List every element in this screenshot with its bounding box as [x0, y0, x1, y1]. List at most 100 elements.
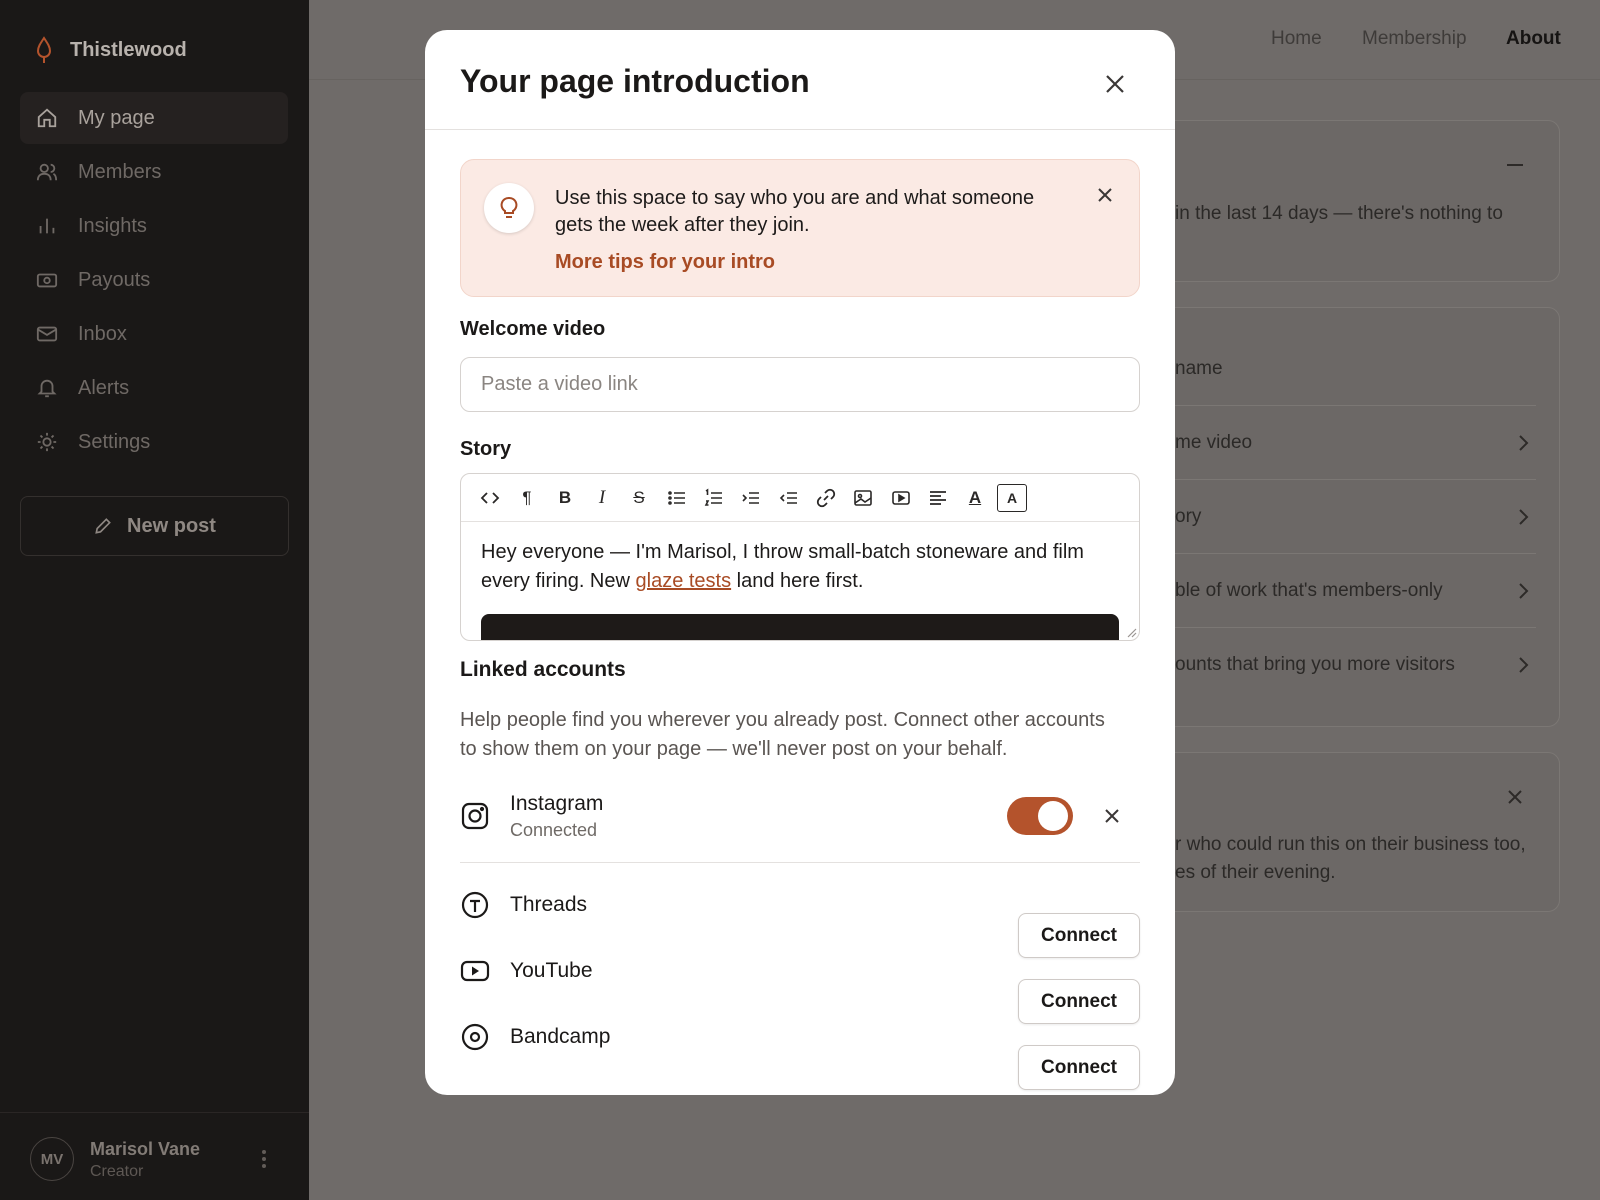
collapse-icon[interactable]: [1506, 156, 1524, 174]
nav-about[interactable]: About: [1506, 28, 1561, 50]
sidebar-item-label: Payouts: [78, 268, 151, 291]
sidebar-item-insights[interactable]: Insights: [20, 200, 288, 252]
account-row-threads: Threads Connect: [460, 875, 1140, 958]
sidebar-item-label: Alerts: [78, 376, 130, 399]
intro-modal: Your page introduction Use this space to…: [425, 30, 1175, 1095]
linked-accounts-title: Linked accounts: [460, 658, 626, 681]
threads-icon: [461, 891, 489, 919]
bell-icon: [37, 379, 57, 398]
account-name: YouTube: [510, 959, 593, 982]
promo-text: r who could run this on their business t…: [1175, 834, 1526, 855]
bandcamp-icon: [461, 1023, 489, 1051]
link-icon[interactable]: [814, 486, 838, 510]
account-row-bandcamp: Bandcamp Connect: [460, 1007, 1140, 1090]
embedded-media-block[interactable]: [481, 614, 1119, 640]
account-name: Threads: [510, 893, 588, 916]
new-post-label: New post: [127, 514, 216, 537]
divider: [460, 862, 1140, 863]
pencil-icon: [95, 518, 111, 534]
gear-icon: [37, 432, 57, 452]
outdent-icon[interactable]: [777, 486, 801, 510]
nav-home[interactable]: Home: [1271, 28, 1322, 50]
chevron-right-icon: [1519, 583, 1529, 599]
close-icon[interactable]: [1105, 74, 1125, 94]
nav-membership[interactable]: Membership: [1362, 28, 1467, 50]
instagram-toggle[interactable]: [1007, 797, 1073, 835]
checklist-row[interactable]: ounts that bring you more visitors: [1175, 654, 1455, 676]
text-color-icon[interactable]: A: [963, 486, 987, 510]
mail-icon: [36, 326, 58, 342]
chevron-right-icon: [1519, 509, 1529, 525]
checklist-row[interactable]: me video: [1175, 432, 1252, 454]
sidebar-item-label: Settings: [78, 430, 151, 453]
sidebar-item-my-page[interactable]: My page: [20, 92, 288, 144]
promo-text: es of their evening.: [1175, 862, 1336, 883]
resize-handle-icon[interactable]: [1125, 626, 1137, 638]
dismiss-tip-icon[interactable]: [1097, 187, 1113, 203]
toggle-knob: [1038, 801, 1068, 831]
highlight-color-icon[interactable]: A: [997, 484, 1027, 512]
account-name: Instagram: [510, 792, 604, 815]
divider: [1150, 553, 1536, 554]
story-text-after: land here first.: [731, 570, 864, 592]
bold-icon[interactable]: B: [553, 486, 577, 510]
bar-chart-icon: [39, 218, 55, 234]
indent-icon[interactable]: [739, 486, 763, 510]
sidebar-item-settings[interactable]: Settings: [20, 416, 288, 468]
tip-text: Use this space to say who you are and wh…: [555, 187, 1035, 236]
more-vertical-icon[interactable]: [256, 1147, 272, 1171]
sidebar-item-members[interactable]: Members: [20, 146, 288, 198]
avatar: MV: [30, 1137, 74, 1181]
users-icon: [36, 163, 58, 181]
more-tips-link[interactable]: More tips for your intro: [555, 251, 775, 274]
background-card-text: in the last 14 days — there's nothing to: [1175, 203, 1503, 224]
account-name: Bandcamp: [510, 1025, 611, 1048]
modal-title: Your page introduction: [460, 63, 810, 99]
sidebar-item-label: My page: [78, 106, 155, 129]
welcome-video-label: Welcome video: [460, 318, 606, 340]
linked-accounts-description: Help people find you wherever you alread…: [460, 709, 1105, 760]
italic-icon[interactable]: I: [590, 486, 614, 510]
numbered-list-icon[interactable]: [702, 486, 726, 510]
sidebar-item-inbox[interactable]: Inbox: [20, 308, 288, 360]
sidebar-item-alerts[interactable]: Alerts: [20, 362, 288, 414]
welcome-video-input[interactable]: [460, 357, 1140, 412]
profile-menu[interactable]: MV Marisol Vane Creator: [0, 1112, 309, 1200]
tip-banner: Use this space to say who you are and wh…: [460, 159, 1140, 297]
profile-role: Creator: [90, 1163, 144, 1180]
chevron-right-icon: [1519, 657, 1529, 673]
story-content[interactable]: Hey everyone — I'm Marisol, I throw smal…: [481, 538, 1121, 596]
new-post-button[interactable]: New post: [20, 496, 289, 556]
glaze-tests-link[interactable]: glaze tests: [636, 570, 732, 592]
modal-header: Your page introduction: [425, 30, 1175, 130]
flame-logo-icon: [36, 36, 52, 63]
sidebar-item-payouts[interactable]: Payouts: [20, 254, 288, 306]
home-icon: [37, 108, 57, 128]
divider: [1150, 479, 1536, 480]
connect-bandcamp-button[interactable]: Connect: [1018, 1045, 1140, 1090]
align-left-icon[interactable]: [926, 486, 950, 510]
tip-icon-badge: [484, 183, 534, 233]
close-icon[interactable]: [1506, 788, 1524, 806]
sidebar-nav: My page Members Insights Payouts Inbox A…: [20, 92, 288, 470]
account-status: Connected: [510, 820, 598, 840]
image-icon[interactable]: [851, 486, 875, 510]
embed-video-icon[interactable]: [889, 486, 913, 510]
payout-icon: [36, 273, 58, 288]
code-view-icon[interactable]: [478, 486, 502, 510]
strikethrough-icon[interactable]: S: [627, 486, 651, 510]
instagram-icon: [461, 802, 489, 830]
editor-toolbar: ¶ B I S A A: [461, 474, 1139, 522]
bullet-list-icon[interactable]: [665, 486, 689, 510]
account-row-youtube: YouTube Connect: [460, 941, 1140, 1024]
checklist-row[interactable]: ble of work that's members-only: [1175, 580, 1443, 602]
sidebar-item-label: Insights: [78, 214, 147, 237]
story-editor[interactable]: ¶ B I S A A Hey everyone — I'm Marisol, …: [460, 473, 1140, 641]
brand-name: Thistlewood: [70, 38, 187, 61]
remove-account-icon[interactable]: [1104, 808, 1120, 824]
checklist-row[interactable]: ory: [1175, 506, 1201, 528]
paragraph-icon[interactable]: ¶: [515, 486, 539, 510]
account-row-instagram: Instagram Connected: [460, 786, 1140, 846]
brand[interactable]: Thistlewood: [34, 36, 187, 64]
checklist-row[interactable]: name: [1175, 358, 1223, 380]
